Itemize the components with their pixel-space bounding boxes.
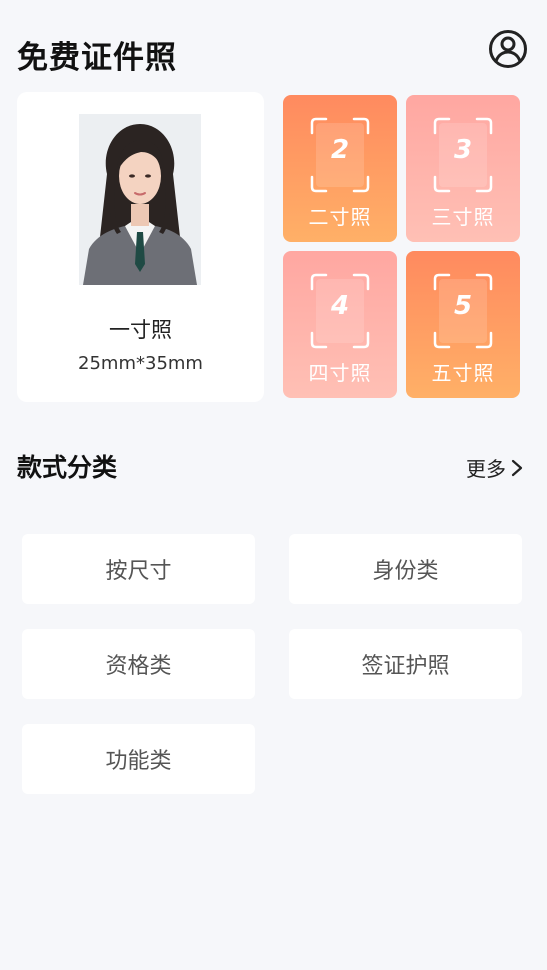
tile-five-inch[interactable]: 5 五寸照 [406,251,520,398]
chevron-right-icon [511,459,523,476]
tile-three-inch[interactable]: 3 三寸照 [406,95,520,242]
tile-number: 5 [453,291,473,321]
tile-label: 五寸照 [431,361,495,385]
one-inch-photo-card[interactable]: 一寸照 25mm*35mm [17,92,264,402]
sample-portrait-image [79,114,201,285]
user-circle-icon[interactable] [488,29,528,69]
tile-number: 4 [330,291,350,321]
more-link[interactable]: 更多 [466,453,524,482]
tile-two-inch[interactable]: 2 二寸照 [283,95,397,242]
tile-label: 四寸照 [308,361,372,385]
tile-number: 3 [453,135,473,165]
page-title: 免费证件照 [17,40,177,76]
featured-photo-size: 25mm*35mm [78,353,203,374]
more-label: 更多 [466,457,506,481]
featured-photo-name: 一寸照 [109,318,172,342]
tile-four-inch[interactable]: 4 四寸照 [283,251,397,398]
section-title: 款式分类 [17,453,118,482]
category-function[interactable]: 功能类 [22,724,255,794]
tile-number: 2 [330,135,350,165]
tile-label: 二寸照 [308,205,372,229]
category-identity[interactable]: 身份类 [289,534,522,604]
category-visa-passport[interactable]: 签证护照 [289,629,522,699]
category-qualification[interactable]: 资格类 [22,629,255,699]
category-by-size[interactable]: 按尺寸 [22,534,255,604]
tile-label: 三寸照 [431,205,495,229]
